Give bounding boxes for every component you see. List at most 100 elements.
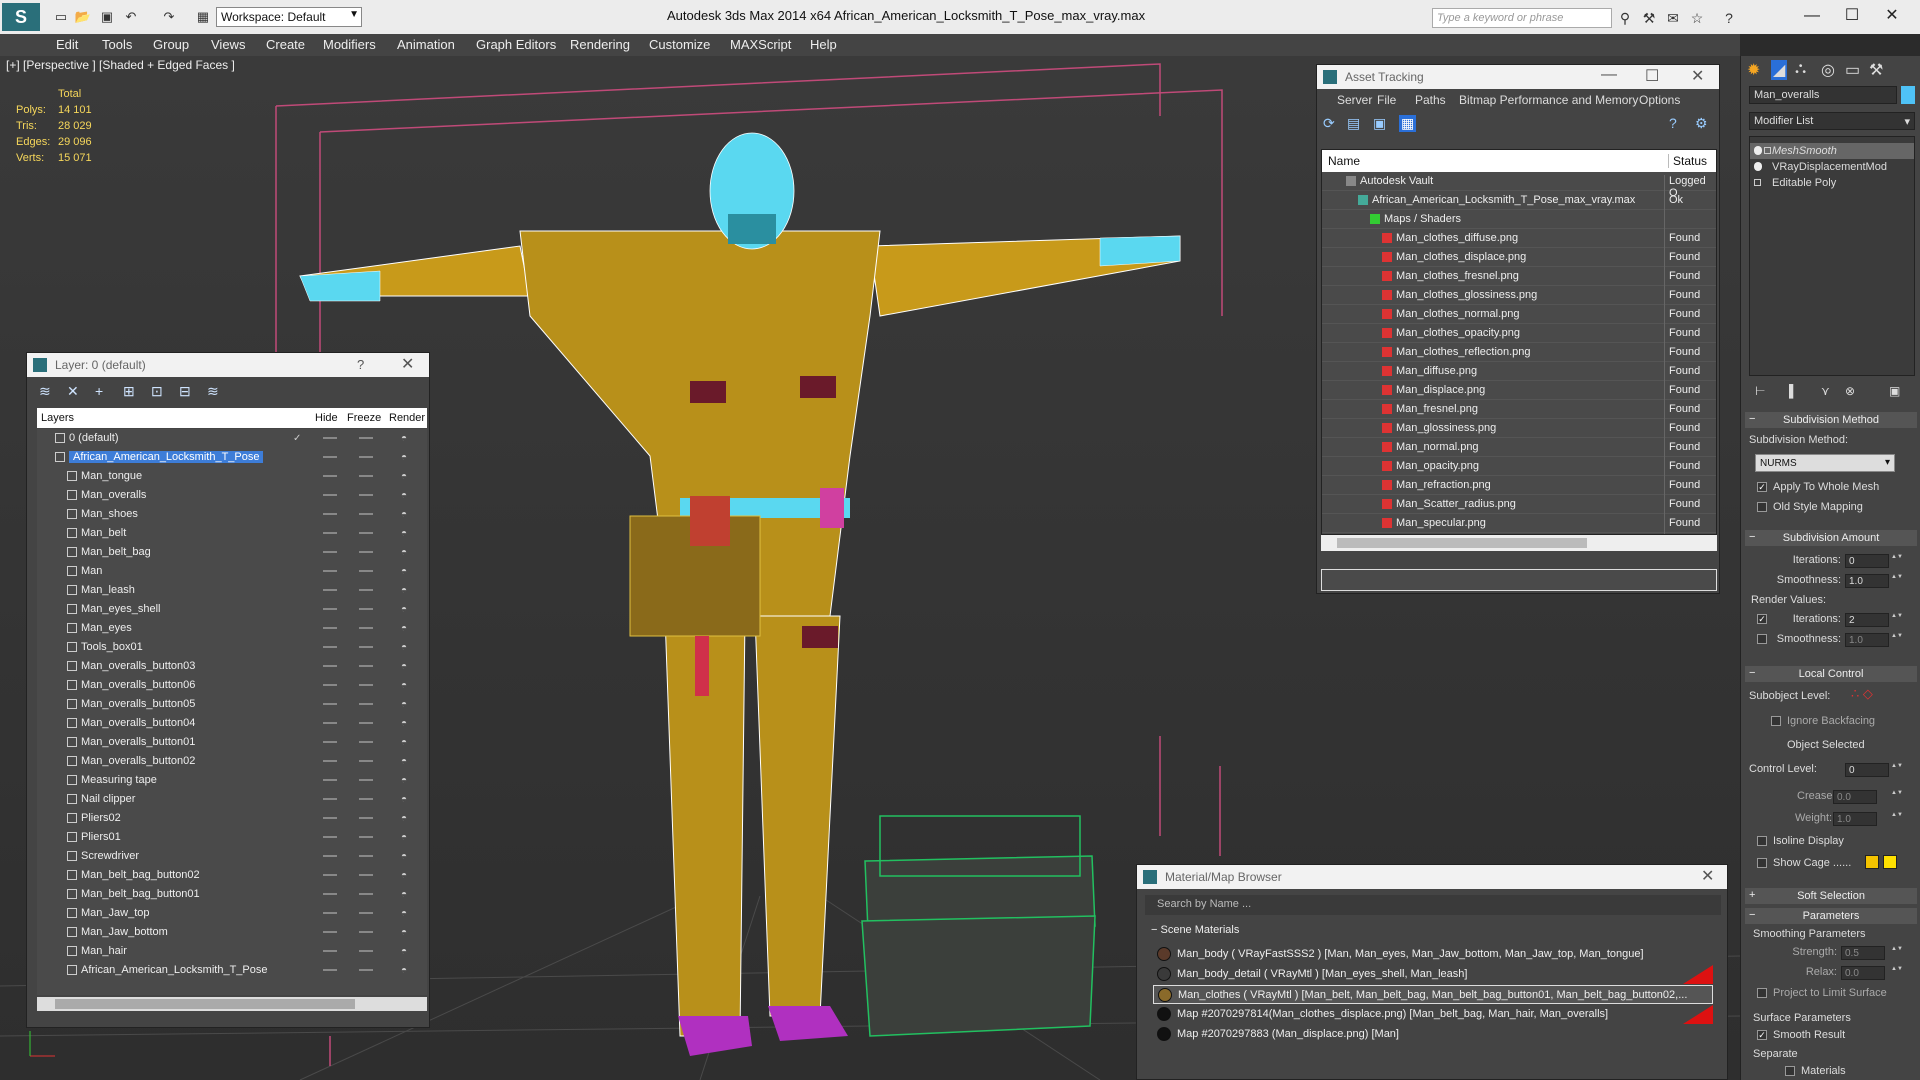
render-teapot-icon[interactable]: ◓	[401, 604, 407, 615]
menu-rendering[interactable]: Rendering	[570, 37, 630, 52]
freeze-toggle[interactable]	[359, 874, 373, 876]
layer-row[interactable]: Man_overalls_button02 ◓	[37, 752, 427, 771]
freeze-toggle[interactable]	[359, 817, 373, 819]
scene-materials-section[interactable]: − Scene Materials	[1145, 921, 1721, 939]
delete-layer-icon[interactable]: ✕	[67, 383, 79, 400]
layer-row[interactable]: African_American_Locksmith_T_Pose ◓	[37, 448, 427, 467]
layer-row[interactable]: Man_belt ◓	[37, 524, 427, 543]
freeze-toggle[interactable]	[359, 722, 373, 724]
materials-checkbox[interactable]	[1785, 1066, 1795, 1076]
control-level-spinner[interactable]: 0	[1845, 763, 1889, 777]
menu-create[interactable]: Create	[266, 37, 305, 52]
highlight-layer-icon[interactable]: ⊟	[179, 383, 191, 400]
layer-row[interactable]: Man_hair ◓	[37, 942, 427, 961]
render-teapot-icon[interactable]: ◓	[401, 452, 407, 463]
render-teapot-icon[interactable]: ◓	[401, 813, 407, 824]
bulb-icon[interactable]	[1754, 146, 1762, 155]
minimize-button[interactable]: —	[1601, 66, 1617, 84]
asset-row[interactable]: Man_clothes_displace.png Found	[1322, 248, 1716, 270]
layer-row[interactable]: Man_overalls ◓	[37, 486, 427, 505]
asset-panel-titlebar[interactable]: Asset Tracking — ☐ ✕	[1317, 65, 1719, 89]
render-teapot-icon[interactable]: ◓	[401, 756, 407, 767]
search-input[interactable]: Type a keyword or phrase	[1432, 8, 1612, 28]
asset-menu-bitmap[interactable]: Bitmap Performance and Memory	[1459, 93, 1638, 107]
utilities-tab-icon[interactable]: ⚒	[1869, 60, 1883, 80]
render-teapot-icon[interactable]: ◓	[401, 737, 407, 748]
freeze-toggle[interactable]	[359, 893, 373, 895]
hide-toggle[interactable]	[323, 494, 337, 496]
render-teapot-icon[interactable]: ◓	[401, 946, 407, 957]
open-file-icon[interactable]: 📂	[74, 8, 92, 26]
render-teapot-icon[interactable]: ◓	[401, 870, 407, 881]
asset-row[interactable]: Man_glossiness.png Found	[1322, 419, 1716, 441]
expand-icon[interactable]	[1754, 179, 1761, 186]
layer-row[interactable]: Man_Jaw_top ◓	[37, 904, 427, 923]
layer-row[interactable]: Man_Jaw_bottom ◓	[37, 923, 427, 942]
render-teapot-icon[interactable]: ◓	[401, 528, 407, 539]
hide-toggle[interactable]	[323, 627, 337, 629]
render-teapot-icon[interactable]: ◓	[401, 699, 407, 710]
asset-row[interactable]: Man_clothes_fresnel.png Found	[1322, 267, 1716, 289]
hide-toggle[interactable]	[323, 931, 337, 933]
new-file-icon[interactable]: ▭	[52, 8, 70, 26]
menu-edit[interactable]: Edit	[56, 37, 78, 52]
asset-menu-file[interactable]: File	[1377, 93, 1396, 107]
asset-row[interactable]: Man_clothes_glossiness.png Found	[1322, 286, 1716, 308]
create-tab-icon[interactable]: ✹	[1747, 60, 1760, 80]
layer-row[interactable]: Pliers02 ◓	[37, 809, 427, 828]
render-teapot-icon[interactable]: ◓	[401, 851, 407, 862]
hide-toggle[interactable]	[323, 836, 337, 838]
layer-row[interactable]: Man_overalls_button06 ◓	[37, 676, 427, 695]
add-selection-icon[interactable]: ⊞	[123, 383, 135, 400]
minimize-button[interactable]: —	[1792, 4, 1832, 28]
hide-toggle[interactable]	[323, 684, 337, 686]
freeze-toggle[interactable]	[359, 760, 373, 762]
horizontal-scrollbar[interactable]	[1321, 535, 1717, 551]
layer-row[interactable]: Pliers01 ◓	[37, 828, 427, 847]
hide-toggle[interactable]	[323, 874, 337, 876]
material-row[interactable]: Man_body ( VRayFastSSS2 ) [Man, Man_eyes…	[1153, 945, 1713, 964]
scrollbar-thumb[interactable]	[1337, 538, 1587, 548]
menu-modifiers[interactable]: Modifiers	[323, 37, 376, 52]
layer-row[interactable]: Man_belt_bag_button01 ◓	[37, 885, 427, 904]
close-button[interactable]: ✕	[401, 354, 414, 374]
asset-row[interactable]: Man_clothes_reflection.png Found	[1322, 343, 1716, 365]
asset-row[interactable]: African_American_Locksmith_T_Pose_max_vr…	[1322, 191, 1716, 213]
modify-tab-icon[interactable]: ◢	[1771, 60, 1788, 80]
hide-toggle[interactable]	[323, 608, 337, 610]
asset-row[interactable]: Man_clothes_opacity.png Found	[1322, 324, 1716, 346]
hide-toggle[interactable]	[323, 513, 337, 515]
iterations-spinner[interactable]: 0	[1845, 554, 1889, 568]
project-limit-checkbox[interactable]	[1757, 988, 1767, 998]
motion-tab-icon[interactable]: ◎	[1821, 60, 1835, 80]
freeze-toggle[interactable]	[359, 570, 373, 572]
settings-icon[interactable]: ⚙	[1695, 115, 1708, 132]
hide-toggle[interactable]	[323, 741, 337, 743]
hide-all-icon[interactable]: ≋	[207, 383, 219, 400]
spinner-arrows-icon[interactable]: ▲▼	[1891, 613, 1903, 627]
asset-row[interactable]: Man_diffuse.png Found	[1322, 362, 1716, 384]
spinner-arrows-icon[interactable]: ▲▼	[1891, 790, 1903, 804]
layer-row[interactable]: Man_shoes ◓	[37, 505, 427, 524]
bulb-icon[interactable]	[1754, 162, 1762, 171]
freeze-toggle[interactable]	[359, 475, 373, 477]
select-objects-icon[interactable]: ⊡	[151, 383, 163, 400]
active-layer-check-icon[interactable]: ✓	[293, 433, 301, 444]
render-teapot-icon[interactable]: ◓	[401, 775, 407, 786]
modifier-list-dropdown[interactable]: Modifier List ▾	[1749, 112, 1915, 130]
spinner-arrows-icon[interactable]: ▲▼	[1891, 966, 1903, 980]
hide-toggle[interactable]	[323, 722, 337, 724]
render-teapot-icon[interactable]: ◓	[401, 490, 407, 501]
hide-toggle[interactable]	[323, 817, 337, 819]
table-view-icon[interactable]: ▦	[1399, 115, 1417, 132]
hide-toggle[interactable]	[323, 912, 337, 914]
render-teapot-icon[interactable]: ◓	[401, 585, 407, 596]
hide-toggle[interactable]	[323, 950, 337, 952]
redo-icon[interactable]: ↷	[160, 8, 178, 26]
hide-toggle[interactable]	[323, 855, 337, 857]
render-smoothness-spinner[interactable]: 1.0	[1845, 633, 1889, 647]
spinner-arrows-icon[interactable]: ▲▼	[1891, 574, 1903, 588]
freeze-toggle[interactable]	[359, 950, 373, 952]
hide-toggle[interactable]	[323, 893, 337, 895]
stack-item-editable-poly[interactable]: Editable Poly	[1750, 175, 1914, 191]
